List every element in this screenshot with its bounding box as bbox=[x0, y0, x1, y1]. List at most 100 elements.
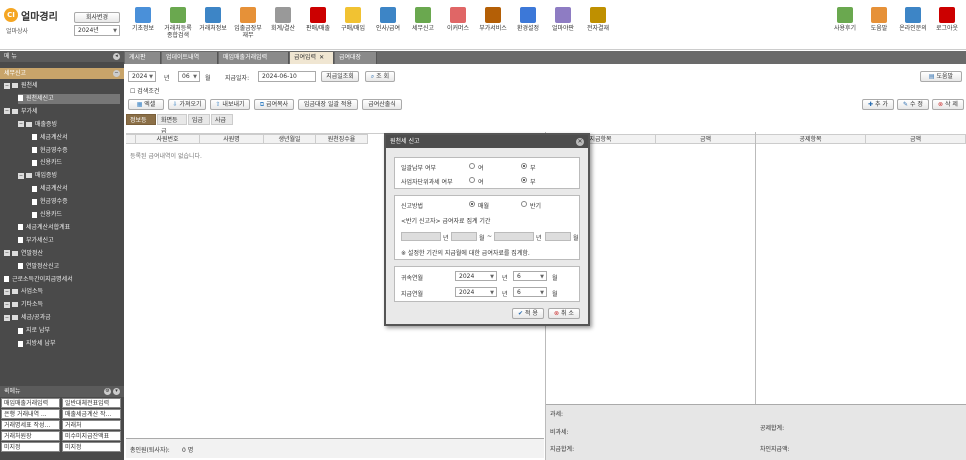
right-menu-0[interactable]: 사용후기 bbox=[829, 5, 861, 45]
action-button-1[interactable]: ✎ 수 정 bbox=[897, 99, 929, 110]
tab-3[interactable]: 급여입력 ✕ bbox=[290, 52, 334, 64]
toolbar-button-4[interactable]: 임금대장 일괄 적용 bbox=[298, 99, 358, 110]
module-menu-1[interactable]: 거래처등록 종합검색 bbox=[162, 5, 194, 45]
grid-header-cell[interactable] bbox=[126, 134, 136, 144]
tree-item[interactable]: 부가세신고 bbox=[18, 236, 54, 246]
year-select[interactable]: 2024년 ▼ bbox=[74, 25, 120, 36]
expand-icon[interactable]: − bbox=[4, 82, 10, 89]
grid-header-cell[interactable]: 사원번호 bbox=[136, 134, 200, 144]
search-condition-toggle[interactable]: ☐ 검색조건 bbox=[130, 86, 159, 95]
module-menu-2[interactable]: 거래처정보 bbox=[197, 5, 229, 45]
company-change-button[interactable]: 회사변경 bbox=[74, 12, 120, 23]
subtab-0[interactable]: 정보등급 bbox=[126, 114, 156, 135]
module-menu-10[interactable]: 부가서비스 bbox=[477, 5, 509, 45]
module-menu-4[interactable]: 회계/결산 bbox=[267, 5, 299, 45]
module-menu-3[interactable]: 입출금장부 재무 bbox=[232, 5, 264, 45]
toolbar-button-0[interactable]: ▦ 엑셀 bbox=[128, 99, 164, 110]
pay-date-query-button[interactable]: 지급일조회 bbox=[321, 71, 359, 82]
gear-icon[interactable]: ⚙ bbox=[104, 388, 111, 395]
pay-date-input[interactable]: 2024-06-10 bbox=[258, 71, 316, 82]
module-menu-8[interactable]: 세무신고 bbox=[407, 5, 439, 45]
tab-2[interactable]: 매입매출거래입력 bbox=[219, 52, 289, 64]
tree-item[interactable]: 근로소득간이지급명세서 bbox=[4, 275, 73, 285]
collapse-icon[interactable]: ◂ bbox=[113, 53, 120, 60]
module-menu-6[interactable]: 구매/매입 bbox=[337, 5, 369, 45]
grid-header-cell[interactable]: 공제항목 bbox=[756, 134, 866, 144]
expand-icon[interactable]: − bbox=[4, 250, 10, 257]
end-year-input[interactable] bbox=[494, 232, 534, 241]
toolbar-button-3[interactable]: ⧉ 급여복사 bbox=[254, 99, 294, 110]
expand-icon[interactable]: − bbox=[4, 301, 10, 308]
tab-0[interactable]: 게시판 bbox=[125, 52, 161, 64]
belong-year-select[interactable]: 2024 ▼ bbox=[455, 271, 497, 281]
grid-header-cell[interactable]: 금액 bbox=[656, 134, 756, 144]
module-menu-5[interactable]: 판매/매출 bbox=[302, 5, 334, 45]
chevron-down-icon[interactable]: ▾ bbox=[113, 388, 120, 395]
tree-item[interactable]: 세금계산서합계표 bbox=[18, 223, 70, 233]
help-button[interactable]: ▤ 도움말 bbox=[920, 71, 962, 82]
biz-unit-no-radio[interactable] bbox=[521, 177, 527, 183]
expand-icon[interactable]: − bbox=[4, 108, 10, 115]
apply-button[interactable]: ✔ 적 용 bbox=[512, 308, 544, 319]
right-menu-3[interactable]: 로그아웃 bbox=[931, 5, 963, 45]
tree-item[interactable]: 원천세신고 bbox=[18, 93, 120, 104]
method-half-radio[interactable] bbox=[521, 201, 527, 207]
month-select[interactable]: 06 ▼ bbox=[178, 71, 200, 82]
year-select[interactable]: 2024 ▼ bbox=[128, 71, 156, 82]
grid-header-cell[interactable]: 원천징수율 bbox=[316, 134, 368, 144]
tree-item[interactable]: − 사업소득 bbox=[4, 287, 43, 297]
bulk-payment-yes-radio[interactable] bbox=[469, 163, 475, 169]
toolbar-button-1[interactable]: ⇩ 가져오기 bbox=[168, 99, 206, 110]
expand-icon[interactable]: − bbox=[18, 172, 24, 179]
subtab-3[interactable]: 사급 bbox=[211, 114, 233, 125]
tree-item[interactable]: 연말정산신고 bbox=[18, 262, 59, 272]
tab-1[interactable]: 업데이트내역 bbox=[162, 52, 218, 64]
bulk-payment-no-radio[interactable] bbox=[521, 163, 527, 169]
pay-month-select[interactable]: 6 ▼ bbox=[513, 287, 547, 297]
method-monthly-radio[interactable] bbox=[469, 201, 475, 207]
tree-item[interactable]: 지방세 납부 bbox=[18, 339, 56, 349]
tree-item[interactable]: − 매출증빙 bbox=[18, 120, 57, 130]
quick-menu-item[interactable]: 매입매출거래입력 bbox=[1, 398, 60, 408]
expand-icon[interactable]: − bbox=[4, 314, 10, 321]
right-menu-2[interactable]: 온라인문의 bbox=[897, 5, 929, 45]
grid-header-cell[interactable]: 생년월일 bbox=[264, 134, 316, 144]
start-month-input[interactable] bbox=[451, 232, 477, 241]
close-icon[interactable]: ✕ bbox=[576, 138, 584, 146]
biz-unit-yes-radio[interactable] bbox=[469, 177, 475, 183]
tree-item[interactable]: 지로 납부 bbox=[18, 326, 50, 336]
quick-menu-item[interactable]: 거래처 bbox=[62, 420, 121, 430]
subtab-1[interactable]: 화면등급 bbox=[157, 114, 187, 135]
tree-item[interactable]: − 기타소득 bbox=[4, 300, 43, 310]
subtab-2[interactable]: 임금 bbox=[188, 114, 210, 125]
action-button-0[interactable]: ✚ 추 가 bbox=[862, 99, 894, 110]
tree-item[interactable]: − 부가세 bbox=[4, 107, 38, 117]
module-menu-12[interactable]: 얼마야판 bbox=[547, 5, 579, 45]
quick-menu-item[interactable]: 미수미지급잔액표 bbox=[62, 431, 121, 441]
module-menu-13[interactable]: 전자결재 bbox=[582, 5, 614, 45]
quick-menu-item[interactable]: 매출세금계산 작... bbox=[62, 409, 121, 419]
close-icon[interactable]: ✕ bbox=[319, 54, 324, 61]
quick-menu-item[interactable]: 은행 거래내역 ... bbox=[1, 409, 60, 419]
tree-item[interactable]: 현금영수증 bbox=[32, 197, 68, 207]
expand-icon[interactable]: − bbox=[18, 121, 24, 128]
action-button-2[interactable]: ⊗ 삭 제 bbox=[932, 99, 964, 110]
tree-item[interactable]: 신용카드 bbox=[32, 158, 62, 168]
tree-item[interactable]: 세금계산서 bbox=[32, 133, 68, 143]
grid-header-cell[interactable]: 금액 bbox=[866, 134, 966, 144]
tree-item[interactable]: − 세금/공과금 bbox=[4, 313, 51, 323]
quick-menu-item[interactable]: 거래명세표 작성... bbox=[1, 420, 60, 430]
module-menu-0[interactable]: 기초정보 bbox=[127, 5, 159, 45]
expand-icon[interactable]: − bbox=[4, 288, 10, 295]
section-header[interactable]: 세무신고 − bbox=[0, 68, 124, 79]
start-year-input[interactable] bbox=[401, 232, 441, 241]
pay-year-select[interactable]: 2024 ▼ bbox=[455, 287, 497, 297]
toolbar-button-5[interactable]: 급여산출식 bbox=[362, 99, 402, 110]
minus-icon[interactable]: − bbox=[113, 70, 120, 77]
tree-item[interactable]: 세금계산서 bbox=[32, 184, 68, 194]
module-menu-9[interactable]: 이커머스 bbox=[442, 5, 474, 45]
quick-menu-item[interactable]: 미지정 bbox=[62, 442, 121, 452]
module-menu-7[interactable]: 인사/급여 bbox=[372, 5, 404, 45]
quick-menu-item[interactable]: 미지정 bbox=[1, 442, 60, 452]
tree-item[interactable]: 현금영수증 bbox=[32, 146, 68, 156]
